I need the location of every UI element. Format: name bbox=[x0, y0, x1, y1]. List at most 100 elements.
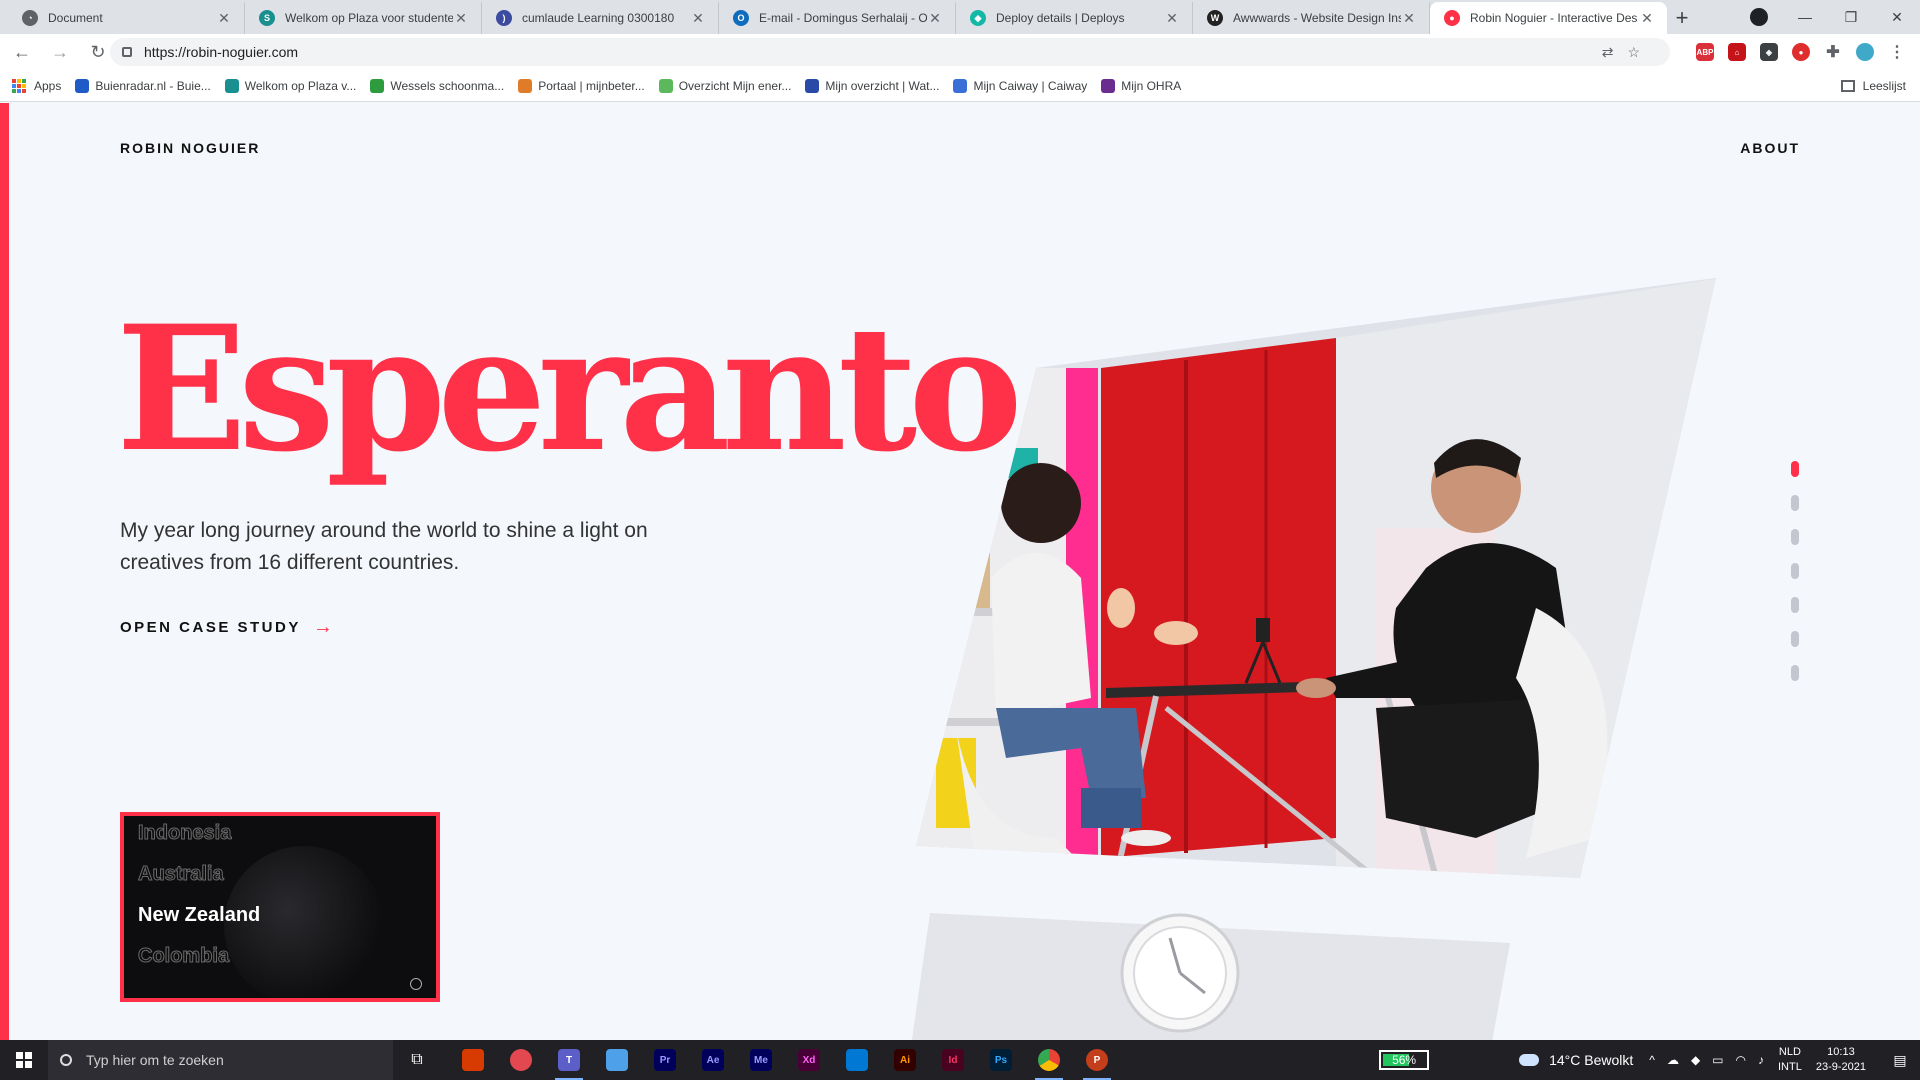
close-tab-icon[interactable]: ✕ bbox=[1401, 10, 1417, 27]
close-tab-icon[interactable]: ✕ bbox=[216, 10, 232, 27]
bookmark-item[interactable]: Welkom op Plaza v... bbox=[224, 78, 356, 93]
bookmark-item[interactable]: Mijn OHRA bbox=[1101, 78, 1181, 93]
bookmark-item[interactable]: Buienradar.nl - Buie... bbox=[75, 78, 211, 93]
acrobat-icon[interactable]: ⌂ bbox=[1728, 43, 1746, 61]
taskbar-app-office[interactable] bbox=[449, 1040, 497, 1080]
bookmark-star-icon[interactable]: ☆ bbox=[1627, 44, 1640, 61]
new-tab-button[interactable]: + bbox=[1667, 2, 1697, 34]
bookmark-item[interactable]: Mijn Caiway | Caiway bbox=[953, 78, 1087, 93]
browser-tab[interactable]: W Awwwards - Website Design Insp ✕ bbox=[1193, 2, 1430, 34]
notepad-icon bbox=[606, 1049, 628, 1071]
taskbar-app-indesign[interactable]: Id bbox=[929, 1040, 977, 1080]
start-button[interactable] bbox=[0, 1040, 48, 1080]
taskbar-app-media-encoder[interactable]: Me bbox=[737, 1040, 785, 1080]
browser-tab[interactable]: O E-mail - Domingus Serhalaij - O ✕ bbox=[719, 2, 956, 34]
bookmark-favicon-icon bbox=[370, 78, 385, 93]
bookmark-item[interactable]: Portaal | mijnbeter... bbox=[518, 78, 645, 93]
minimize-icon[interactable]: — bbox=[1782, 0, 1828, 34]
slide-dot[interactable] bbox=[1791, 563, 1799, 579]
slide-dot[interactable] bbox=[1791, 495, 1799, 511]
project-hero-image[interactable] bbox=[916, 278, 1720, 878]
wifi-icon[interactable]: ◠ bbox=[1736, 1053, 1746, 1067]
close-tab-icon[interactable]: ✕ bbox=[1639, 10, 1655, 27]
country-label: New Zealand bbox=[138, 904, 261, 926]
profile-icon[interactable] bbox=[1750, 8, 1768, 26]
adblock-plus-icon[interactable]: ABP bbox=[1696, 43, 1714, 61]
next-project-thumbnail[interactable]: Indonesia Australia New Zealand Colombia bbox=[120, 812, 440, 1002]
cta-label[interactable]: OPEN CASE STUDY bbox=[120, 619, 301, 636]
tab-favicon-icon: ◔ bbox=[22, 10, 38, 26]
taskbar-app-powerpoint[interactable]: P bbox=[1073, 1040, 1121, 1080]
next-project-image[interactable] bbox=[910, 913, 1510, 1040]
brand-logo[interactable]: ROBIN NOGUIER bbox=[120, 140, 260, 156]
window-controls: — ❐ ✕ bbox=[1782, 0, 1920, 34]
slide-dot[interactable] bbox=[1791, 529, 1799, 545]
battery-indicator[interactable]: 56% bbox=[1379, 1050, 1430, 1070]
browser-tab[interactable]: S Welkom op Plaza voor studente ✕ bbox=[245, 2, 482, 34]
media-encoder-icon: Me bbox=[750, 1049, 772, 1071]
bookmark-item[interactable]: Overzicht Mijn ener... bbox=[658, 78, 791, 93]
extension-icon[interactable]: ◈ bbox=[1760, 43, 1778, 61]
country-label: Australia bbox=[138, 863, 225, 886]
task-view-icon[interactable]: ⧉ bbox=[393, 1040, 441, 1080]
chevron-up-icon[interactable]: ^ bbox=[1649, 1053, 1655, 1067]
apps-shortcut[interactable]: Apps bbox=[12, 78, 61, 93]
weather-widget[interactable]: 14°C Bewolkt bbox=[1519, 1052, 1633, 1068]
arrow-right-icon[interactable]: → bbox=[313, 616, 336, 639]
taskbar-app-notepad[interactable] bbox=[593, 1040, 641, 1080]
language-indicator[interactable]: NLD INTL bbox=[1778, 1045, 1802, 1075]
reading-list-button[interactable]: Leeslijst bbox=[1840, 70, 1906, 102]
address-bar[interactable]: https://robin-noguier.com ⇄ ☆ bbox=[110, 38, 1670, 66]
close-window-icon[interactable]: ✕ bbox=[1874, 0, 1920, 34]
taskbar-app-chrome[interactable] bbox=[1025, 1040, 1073, 1080]
profile-avatar-icon[interactable] bbox=[1856, 43, 1874, 61]
bookmark-favicon-icon bbox=[805, 78, 820, 93]
taskbar-app-photoshop[interactable]: Ps bbox=[977, 1040, 1025, 1080]
taskbar-app-creative-cloud[interactable] bbox=[497, 1040, 545, 1080]
clock[interactable]: 10:13 23-9-2021 bbox=[1816, 1045, 1866, 1075]
url-text[interactable]: https://robin-noguier.com bbox=[144, 44, 298, 60]
translate-icon[interactable]: ⇄ bbox=[1602, 44, 1614, 61]
dropbox-icon[interactable]: ◆ bbox=[1691, 1053, 1700, 1067]
menu-icon[interactable]: ⋮ bbox=[1888, 43, 1906, 61]
close-tab-icon[interactable]: ✕ bbox=[927, 10, 943, 27]
taskbar-app-illustrator[interactable]: Ai bbox=[881, 1040, 929, 1080]
slide-dot[interactable] bbox=[1791, 597, 1799, 613]
battery-icon[interactable]: ▭ bbox=[1712, 1053, 1723, 1067]
taskbar-app-premiere[interactable]: Pr bbox=[641, 1040, 689, 1080]
open-case-study-link[interactable]: OPEN CASE STUDY → bbox=[120, 616, 335, 639]
cloud-sync-icon[interactable]: ☁ bbox=[1667, 1053, 1679, 1067]
about-link[interactable]: ABOUT bbox=[1740, 140, 1800, 156]
close-tab-icon[interactable]: ✕ bbox=[1164, 10, 1180, 27]
browser-tab[interactable]: ) cumlaude Learning 0300180 ✕ bbox=[482, 2, 719, 34]
illustrator-icon: Ai bbox=[894, 1049, 916, 1071]
project-title: Esperanto bbox=[116, 287, 1023, 490]
slide-dot[interactable] bbox=[1791, 631, 1799, 647]
photoshop-icon: Ps bbox=[990, 1049, 1012, 1071]
lock-icon[interactable] bbox=[122, 47, 132, 57]
taskbar-apps: T Pr Ae Me Xd Ai Id Ps P bbox=[449, 1040, 1121, 1080]
taskbar-app-xd[interactable]: Xd bbox=[785, 1040, 833, 1080]
restore-icon[interactable]: ❐ bbox=[1828, 0, 1874, 34]
slide-dot[interactable] bbox=[1791, 665, 1799, 681]
browser-tab[interactable]: ◔ Document ✕ bbox=[8, 2, 245, 34]
bookmark-item[interactable]: Mijn overzicht | Wat... bbox=[805, 78, 939, 93]
volume-icon[interactable]: ♪ bbox=[1758, 1053, 1764, 1067]
taskbar-app-vscode[interactable] bbox=[833, 1040, 881, 1080]
forward-icon[interactable]: → bbox=[44, 36, 76, 68]
browser-tab[interactable]: ● Robin Noguier - Interactive Des ✕ bbox=[1430, 2, 1667, 34]
notifications-icon[interactable]: ▤ bbox=[1880, 1040, 1920, 1080]
bookmark-list: Apps Buienradar.nl - Buie... Welkom op Pla… bbox=[12, 78, 1195, 93]
bookmark-item[interactable]: Wessels schoonma... bbox=[370, 78, 504, 93]
taskbar-search[interactable]: Typ hier om te zoeken bbox=[48, 1040, 393, 1080]
close-tab-icon[interactable]: ✕ bbox=[690, 10, 706, 27]
slide-dot[interactable] bbox=[1791, 461, 1799, 477]
browser-tab[interactable]: ◆ Deploy details | Deploys ✕ bbox=[956, 2, 1193, 34]
taskbar-app-after-effects[interactable]: Ae bbox=[689, 1040, 737, 1080]
bookmark-favicon-icon bbox=[518, 78, 533, 93]
back-icon[interactable]: ← bbox=[6, 36, 38, 68]
lastpass-icon[interactable]: ● bbox=[1792, 43, 1810, 61]
close-tab-icon[interactable]: ✕ bbox=[453, 10, 469, 27]
taskbar-app-teams[interactable]: T bbox=[545, 1040, 593, 1080]
puzzle-icon[interactable]: ✚ bbox=[1824, 43, 1842, 61]
